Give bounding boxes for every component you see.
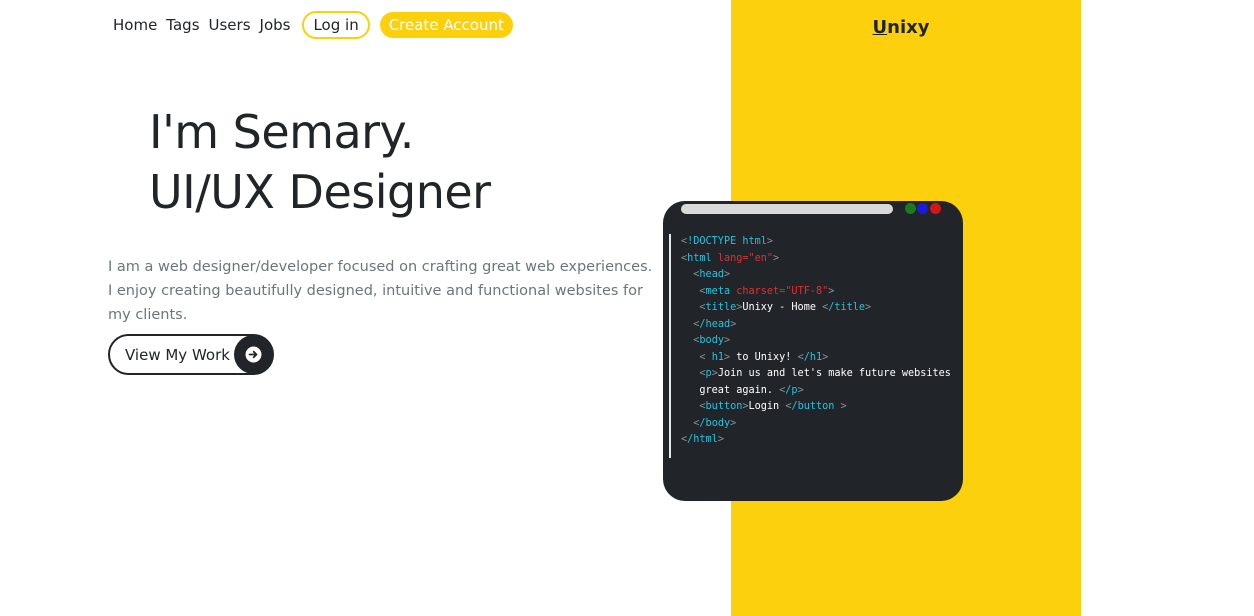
brand-logo-initial: U (872, 17, 888, 38)
code-line: <body> (693, 335, 731, 346)
code-line: <title>Unixy - Home </title> (699, 302, 872, 313)
view-my-work-button[interactable]: View My Work (108, 334, 274, 375)
hero-heading-role: UI/UX Designer (149, 165, 491, 219)
code-line: < h1> to Unixy! </h1> (699, 351, 829, 363)
brand-logo[interactable]: Unixy (731, 17, 1071, 38)
arrow-right-circle-icon (234, 335, 273, 374)
code-line: </html> (681, 434, 724, 445)
code-line: great again. </p> (699, 384, 804, 396)
editor-address-bar (681, 204, 893, 214)
view-my-work-label: View My Work (125, 345, 230, 364)
code-editor-window: <!DOCTYPE html> <html lang="en"> <head> <… (663, 201, 963, 501)
code-line: </head> (693, 318, 737, 330)
create-account-button[interactable]: Create Account (379, 12, 513, 38)
code-line: <html lang="en"> (681, 252, 780, 264)
hero-heading-name: I'm Semary. (149, 105, 414, 159)
code-snippet: <!DOCTYPE html> <html lang="en"> <head> <… (681, 234, 951, 449)
window-maximize-dot-icon (905, 203, 916, 214)
window-minimize-dot-icon (917, 203, 928, 214)
brand-logo-rest: nixy (887, 17, 930, 38)
nav-tags-link[interactable]: Tags (166, 16, 199, 34)
hero-heading: I'm Semary. UI/UX Designer (149, 102, 491, 222)
hero-bio: I am a web designer/developer focused on… (108, 259, 653, 323)
code-line: <p>Join us and let's make future website… (699, 368, 951, 379)
code-line: </body> (693, 417, 737, 429)
code-line: <!DOCTYPE html> (681, 236, 774, 247)
nav-jobs-link[interactable]: Jobs (260, 16, 291, 34)
code-line: <button>Login </button > (699, 401, 847, 412)
nav-home-link[interactable]: Home (113, 16, 157, 34)
editor-gutter-line (669, 234, 671, 458)
top-nav: Home Tags Users Jobs Log in Create Accou… (113, 10, 513, 40)
login-button[interactable]: Log in (302, 11, 370, 39)
code-line: <head> (693, 269, 731, 280)
nav-users-link[interactable]: Users (209, 16, 251, 34)
code-line: <meta charset="UTF-8"> (699, 285, 835, 297)
window-close-dot-icon (930, 203, 941, 214)
